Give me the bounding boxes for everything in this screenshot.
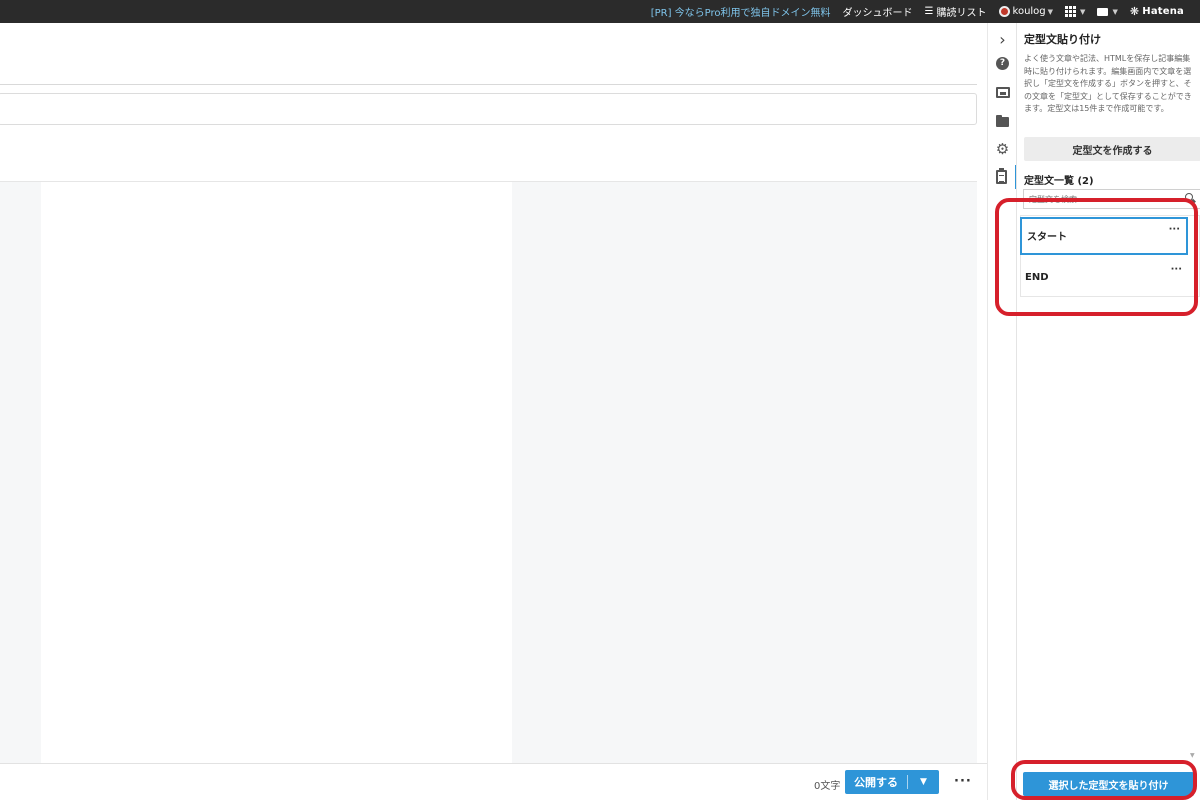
- clipboard-icon: [996, 168, 1007, 184]
- tab-help[interactable]: ?: [988, 51, 1017, 75]
- more-icon[interactable]: ···: [1171, 264, 1182, 275]
- panel-title: 定型文貼り付け: [1024, 33, 1101, 46]
- template-list-title: 定型文一覧 (2): [1024, 176, 1094, 187]
- editor-area: 0文字 公開する ▼ ···: [0, 23, 987, 800]
- template-item-end[interactable]: END ···: [1020, 259, 1188, 297]
- template-item-label: END: [1025, 272, 1049, 283]
- user-name: koulog: [1012, 6, 1046, 17]
- gear-icon: ⚙: [995, 140, 1010, 158]
- hatena-star-icon: ❋: [1129, 5, 1140, 18]
- dashboard-link[interactable]: ダッシュボード: [837, 0, 919, 23]
- editor-footer: 0文字 公開する ▼ ···: [0, 763, 987, 800]
- char-count: 0文字: [814, 781, 841, 792]
- tab-folder[interactable]: [988, 110, 1017, 134]
- template-search-input[interactable]: [1023, 189, 1200, 209]
- tab-settings[interactable]: ⚙: [988, 137, 1017, 161]
- collapse-panel-button[interactable]: ›: [988, 27, 1017, 51]
- editor-page[interactable]: [41, 182, 512, 764]
- tab-images[interactable]: [988, 80, 1017, 104]
- template-item-label: スタート: [1027, 232, 1067, 243]
- template-panel: 定型文貼り付け よく使う文章や記法、HTMLを保存し記事編集時に貼り付けられます…: [1016, 23, 1200, 800]
- caret-down-icon: ▼: [1080, 7, 1086, 16]
- caret-down-icon: ▼: [1047, 7, 1054, 16]
- template-item-start[interactable]: スタート ···: [1020, 217, 1188, 255]
- publish-button[interactable]: 公開する ▼: [845, 770, 939, 794]
- folder-icon: [996, 115, 1009, 127]
- scroll-down-icon[interactable]: ▼: [1190, 752, 1195, 759]
- hatena-logo[interactable]: ❋ Hatena: [1124, 0, 1190, 23]
- category-input[interactable]: [0, 93, 977, 125]
- chevron-right-icon: ›: [999, 29, 1006, 49]
- more-options-button[interactable]: ···: [954, 774, 972, 789]
- publish-label: 公開する: [854, 776, 898, 789]
- image-icon: [995, 86, 1010, 98]
- help-icon: ?: [996, 56, 1009, 70]
- user-menu[interactable]: koulog ▼: [993, 0, 1060, 23]
- reading-list-icon: ☰: [924, 6, 934, 17]
- grid-icon: [1065, 6, 1077, 17]
- panel-description: よく使う文章や記法、HTMLを保存し記事編集時に貼り付けられます。編集画面内で文…: [1024, 54, 1192, 113]
- tab-templates[interactable]: [988, 165, 1017, 189]
- editor-body[interactable]: [0, 181, 977, 764]
- title-input-underline[interactable]: [0, 84, 977, 85]
- notifications-menu[interactable]: ▼: [1091, 0, 1123, 23]
- avatar: [998, 6, 1010, 17]
- paste-template-button[interactable]: 選択した定型文を貼り付け: [1023, 772, 1194, 796]
- promo-link[interactable]: [PR] 今ならPro利用で独自ドメイン無料: [645, 0, 837, 23]
- brand-name: Hatena: [1142, 6, 1184, 17]
- global-header: [PR] 今ならPro利用で独自ドメイン無料 ダッシュボード ☰ 購読リスト k…: [0, 0, 1200, 23]
- search-icon[interactable]: [1185, 193, 1193, 201]
- sidebar-tabs: › ? ⚙: [987, 23, 1017, 800]
- reading-list-label: 購読リスト: [936, 8, 987, 19]
- chevron-down-icon[interactable]: ▼: [908, 777, 939, 787]
- caret-down-icon: ▼: [1112, 7, 1118, 16]
- reading-list-link[interactable]: ☰ 購読リスト: [919, 0, 993, 23]
- apps-menu[interactable]: ▼: [1059, 0, 1091, 23]
- create-template-button[interactable]: 定型文を作成する: [1024, 137, 1200, 161]
- speech-bubble-icon: [1097, 7, 1109, 16]
- more-icon[interactable]: ···: [1169, 224, 1180, 235]
